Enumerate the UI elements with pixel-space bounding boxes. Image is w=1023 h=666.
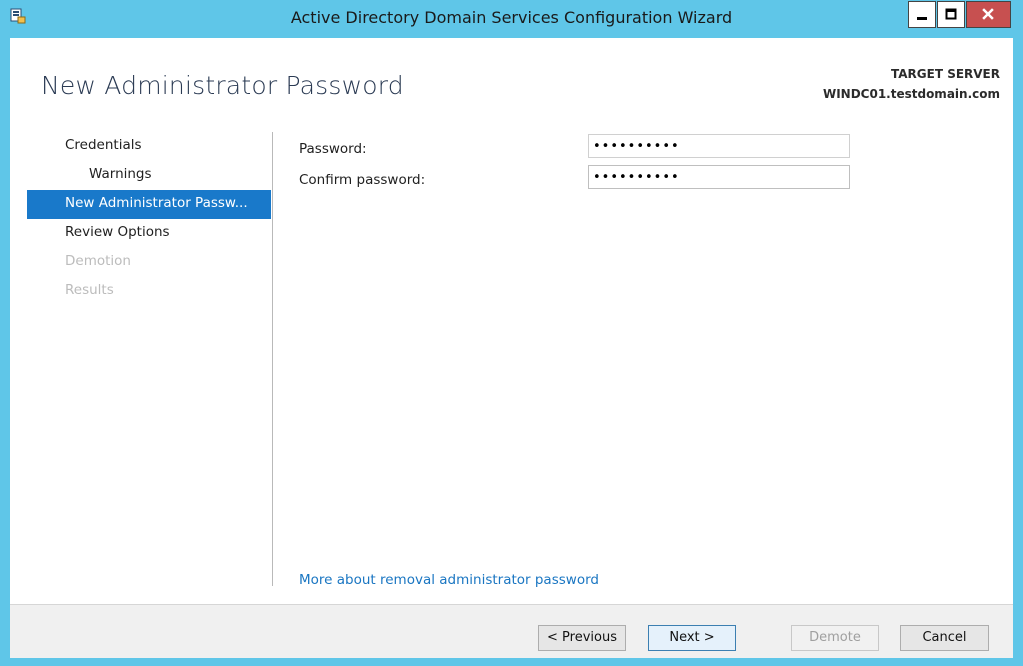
nav-item-warnings[interactable]: Warnings (27, 161, 271, 190)
password-label: Password: (299, 141, 367, 157)
help-link-removal-password[interactable]: More about removal administrator passwor… (299, 572, 599, 588)
target-server-label: TARGET SERVER (891, 67, 1000, 81)
window-title: Active Directory Domain Services Configu… (290, 8, 733, 27)
maximize-icon (945, 8, 957, 20)
confirm-password-label: Confirm password: (299, 172, 426, 188)
nav-item-demotion: Demotion (65, 253, 131, 269)
nav-item-credentials[interactable]: Credentials (27, 132, 271, 161)
wizard-footer: < Previous Next > Demote Cancel (10, 604, 1013, 658)
close-icon (982, 8, 994, 20)
title-bar[interactable]: Active Directory Domain Services Configu… (0, 0, 1023, 38)
password-field[interactable] (588, 134, 850, 158)
maximize-button[interactable] (937, 1, 965, 28)
wizard-content: New Administrator Password TARGET SERVER… (10, 38, 1013, 604)
page-title: New Administrator Password (41, 71, 404, 100)
close-button[interactable] (966, 1, 1011, 28)
minimize-icon (917, 17, 927, 20)
nav-item-review-options[interactable]: Review Options (27, 219, 271, 248)
nav-item-new-administrator-password[interactable]: New Administrator Passw... (27, 190, 271, 219)
next-button[interactable]: Next > (648, 625, 736, 651)
minimize-button[interactable] (908, 1, 936, 28)
nav-divider (272, 132, 273, 586)
nav-item-results: Results (65, 282, 114, 298)
wizard-navigation: Credentials Warnings New Administrator P… (27, 132, 271, 306)
cancel-button[interactable]: Cancel (900, 625, 989, 651)
wizard-window: Active Directory Domain Services Configu… (0, 0, 1023, 666)
target-server-name: WINDC01.testdomain.com (822, 87, 1000, 101)
confirm-password-field[interactable] (588, 165, 850, 189)
demote-button: Demote (791, 625, 879, 651)
previous-button[interactable]: < Previous (538, 625, 626, 651)
